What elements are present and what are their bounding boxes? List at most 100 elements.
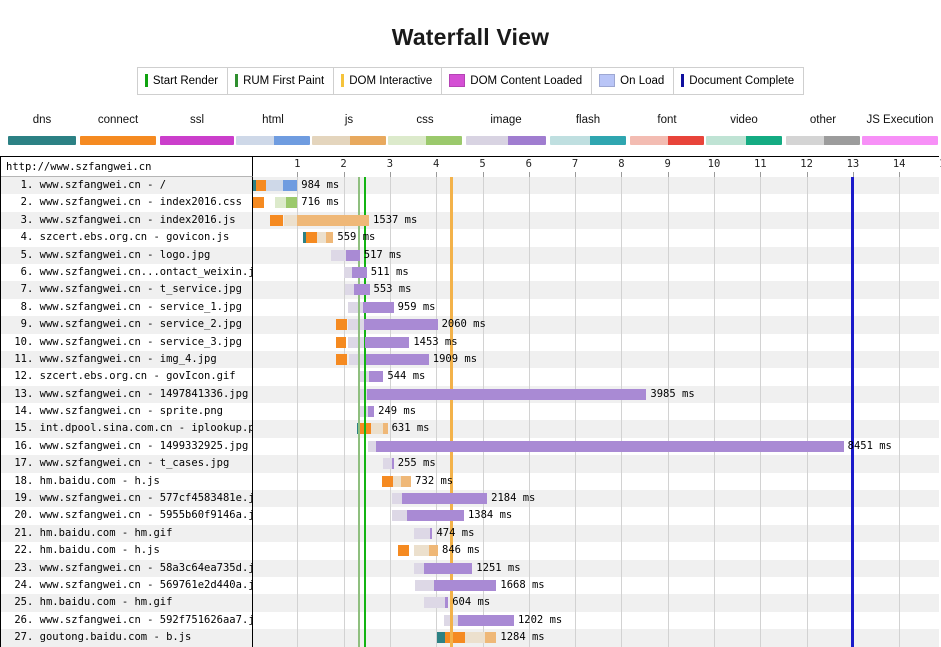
table-row[interactable]: 3. www.szfangwei.cn - index2016.js1537 m…: [1, 212, 939, 229]
table-row[interactable]: 25. hm.baidu.com - hm.gif604 ms: [1, 594, 939, 611]
table-row[interactable]: 19. www.szfangwei.cn - 577cf4583481e.jpg…: [1, 490, 939, 507]
gridline: [899, 525, 900, 542]
legend-on-load[interactable]: On Load: [591, 67, 673, 95]
event-marker-dom-interactive: [450, 177, 453, 194]
request-label[interactable]: 7. www.szfangwei.cn - t_service.jpg: [1, 281, 253, 298]
table-row[interactable]: 5. www.szfangwei.cn - logo.jpg 517 ms: [1, 247, 939, 264]
table-row[interactable]: 27. goutong.baidu.com - b.js1284 ms: [1, 629, 939, 646]
event-marker-rum-first-paint: [364, 438, 366, 455]
bar-segment-download: 559 ms: [326, 232, 333, 243]
request-label[interactable]: 1. www.szfangwei.cn - /: [1, 177, 253, 194]
gridline: [575, 577, 576, 594]
type-legend-swatch: [630, 136, 704, 145]
table-row[interactable]: 6. www.szfangwei.cn...ontact_weixin.jpg5…: [1, 264, 939, 281]
gridline: [899, 403, 900, 420]
request-track: 732 ms: [253, 473, 939, 490]
request-label[interactable]: 2. www.szfangwei.cn - index2016.css: [1, 194, 253, 211]
table-row[interactable]: 12. szcert.ebs.org.cn - govIcon.gif544 m…: [1, 368, 939, 385]
request-label[interactable]: 5. www.szfangwei.cn - logo.jpg: [1, 247, 253, 264]
gridline: [297, 507, 298, 524]
table-row[interactable]: 7. www.szfangwei.cn - t_service.jpg553 m…: [1, 281, 939, 298]
table-row[interactable]: 24. www.szfangwei.cn - 569761e2d440a.jpg…: [1, 577, 939, 594]
table-row[interactable]: 23. www.szfangwei.cn - 58a3c64ea735d.jpg…: [1, 560, 939, 577]
gridline: [529, 594, 530, 611]
request-label[interactable]: 6. www.szfangwei.cn...ontact_weixin.jpg: [1, 264, 253, 281]
request-label[interactable]: 21. hm.baidu.com - hm.gif: [1, 525, 253, 542]
request-label[interactable]: 20. www.szfangwei.cn - 5955b60f9146a.jpg: [1, 507, 253, 524]
table-row[interactable]: 18. hm.baidu.com - h.js732 ms: [1, 473, 939, 490]
table-row[interactable]: 16. www.szfangwei.cn - 1499332925.jpg845…: [1, 438, 939, 455]
request-label[interactable]: 25. hm.baidu.com - hm.gif: [1, 594, 253, 611]
table-row[interactable]: 15. int.dpool.sina.com.cn - iplookup.php…: [1, 420, 939, 437]
table-row[interactable]: 20. www.szfangwei.cn - 5955b60f9146a.jpg…: [1, 507, 939, 524]
gridline: [529, 403, 530, 420]
table-row[interactable]: 13. www.szfangwei.cn - 1497841336.jpg398…: [1, 386, 939, 403]
request-label[interactable]: 19. www.szfangwei.cn - 577cf4583481e.jpg: [1, 490, 253, 507]
request-label[interactable]: 15. int.dpool.sina.com.cn - iplookup.php: [1, 420, 253, 437]
event-marker-document-complete: [851, 473, 854, 490]
request-label[interactable]: 17. www.szfangwei.cn - t_cases.jpg: [1, 455, 253, 472]
request-label[interactable]: 13. www.szfangwei.cn - 1497841336.jpg: [1, 386, 253, 403]
table-row[interactable]: 21. hm.baidu.com - hm.gif474 ms: [1, 525, 939, 542]
request-duration-label: 517 ms: [364, 248, 402, 263]
table-row[interactable]: 9. www.szfangwei.cn - service_2.jpg2060 …: [1, 316, 939, 333]
table-row[interactable]: 4. szcert.ebs.org.cn - govicon.js 559 ms: [1, 229, 939, 246]
legend-dom-interactive[interactable]: DOM Interactive: [333, 67, 441, 95]
gridline: [760, 368, 761, 385]
bar-segment-wait: [383, 458, 392, 469]
request-track: 1668 ms: [253, 577, 939, 594]
legend-document-complete[interactable]: Document Complete: [673, 67, 804, 95]
gridline: [621, 281, 622, 298]
gridline: [714, 247, 715, 264]
request-index-separator: .: [27, 301, 40, 313]
request-label[interactable]: 9. www.szfangwei.cn - service_2.jpg: [1, 316, 253, 333]
gridline: [668, 473, 669, 490]
gridline: [899, 594, 900, 611]
legend-start-render[interactable]: Start Render: [137, 67, 227, 95]
type-legend-label: js: [312, 112, 386, 128]
request-label[interactable]: 10. www.szfangwei.cn - service_3.jpg: [1, 334, 253, 351]
request-url: www.szfangwei.cn - 5955b60f9146a.jpg: [40, 509, 253, 521]
table-row[interactable]: 8. www.szfangwei.cn - service_1.jpg959 m…: [1, 299, 939, 316]
request-label[interactable]: 24. www.szfangwei.cn - 569761e2d440a.jpg: [1, 577, 253, 594]
gridline: [390, 612, 391, 629]
request-label[interactable]: 12. szcert.ebs.org.cn - govIcon.gif: [1, 368, 253, 385]
request-label[interactable]: 4. szcert.ebs.org.cn - govicon.js: [1, 229, 253, 246]
gridline: [760, 455, 761, 472]
gridline: [344, 194, 345, 211]
request-label[interactable]: 16. www.szfangwei.cn - 1499332925.jpg: [1, 438, 253, 455]
request-label[interactable]: 22. hm.baidu.com - h.js: [1, 542, 253, 559]
request-label[interactable]: 27. goutong.baidu.com - b.js: [1, 629, 253, 646]
request-label[interactable]: 14. www.szfangwei.cn - sprite.png: [1, 403, 253, 420]
table-row[interactable]: 11. www.szfangwei.cn - img_4.jpg1909 ms: [1, 351, 939, 368]
table-row[interactable]: 22. hm.baidu.com - h.js846 ms: [1, 542, 939, 559]
legend-dom-content-loaded[interactable]: DOM Content Loaded: [441, 67, 591, 95]
table-row[interactable]: 10. www.szfangwei.cn - service_3.jpg1453…: [1, 334, 939, 351]
legend-label: DOM Interactive: [349, 75, 432, 87]
event-marker-dom-interactive: [450, 194, 453, 211]
gridline: [436, 229, 437, 246]
event-marker-start-render: [358, 612, 360, 629]
legend-rum-first-paint[interactable]: RUM First Paint: [227, 67, 333, 95]
gridline: [483, 264, 484, 281]
gridline: [483, 420, 484, 437]
request-label[interactable]: 11. www.szfangwei.cn - img_4.jpg: [1, 351, 253, 368]
gridline: [668, 403, 669, 420]
gridline: [297, 403, 298, 420]
table-row[interactable]: 2. www.szfangwei.cn - index2016.css716 m…: [1, 194, 939, 211]
table-row[interactable]: 26. www.szfangwei.cn - 592f751626aa7.jpg…: [1, 612, 939, 629]
request-duration-label: 984 ms: [301, 178, 339, 193]
request-label[interactable]: 26. www.szfangwei.cn - 592f751626aa7.jpg: [1, 612, 253, 629]
table-row[interactable]: 14. www.szfangwei.cn - sprite.png249 ms: [1, 403, 939, 420]
type-legend-swatch: [706, 136, 782, 145]
request-label[interactable]: 18. hm.baidu.com - h.js: [1, 473, 253, 490]
gridline: [668, 455, 669, 472]
request-label[interactable]: 23. www.szfangwei.cn - 58a3c64ea735d.jpg: [1, 560, 253, 577]
request-label[interactable]: 8. www.szfangwei.cn - service_1.jpg: [1, 299, 253, 316]
legend-label: On Load: [620, 75, 664, 87]
table-row[interactable]: 17. www.szfangwei.cn - t_cases.jpg255 ms: [1, 455, 939, 472]
gridline: [621, 316, 622, 333]
gridline: [807, 368, 808, 385]
table-row[interactable]: 1. www.szfangwei.cn - / 984 ms: [1, 177, 939, 194]
request-label[interactable]: 3. www.szfangwei.cn - index2016.js: [1, 212, 253, 229]
